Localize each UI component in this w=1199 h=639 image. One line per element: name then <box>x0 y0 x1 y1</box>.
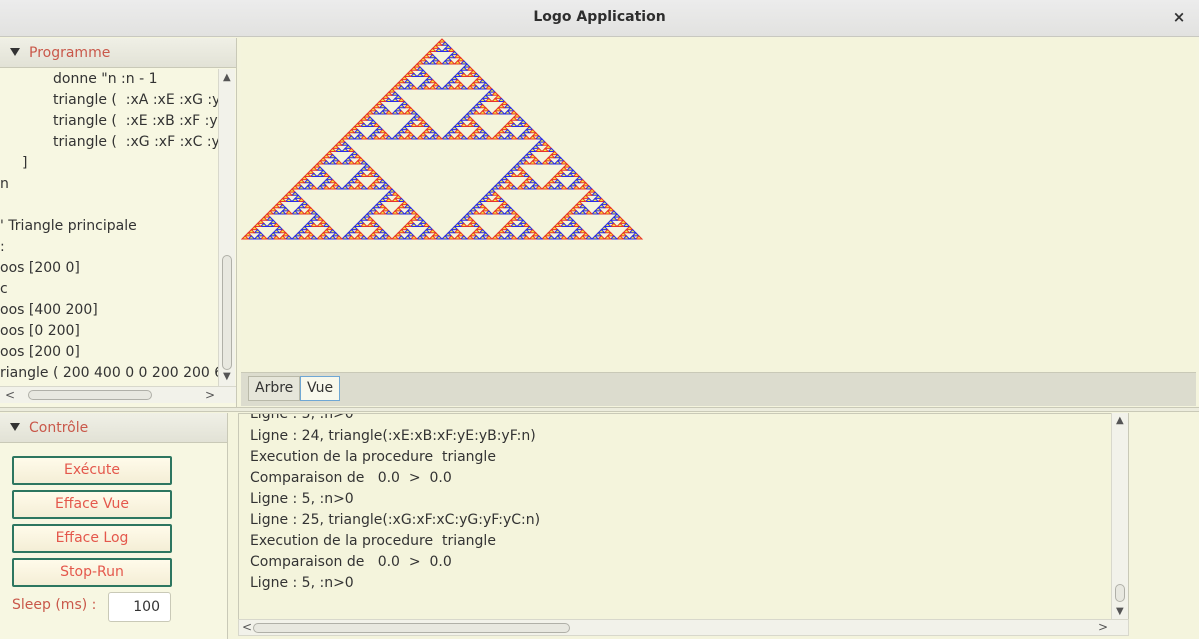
code-line: ] <box>22 155 28 171</box>
code-line: triangle ( :xA :xE :xG :yA <box>53 92 219 108</box>
scroll-thumb[interactable] <box>222 255 232 370</box>
code-line: oos [0 200] <box>0 323 80 339</box>
code-line: oos [400 200] <box>0 302 98 318</box>
scroll-thumb[interactable] <box>253 623 570 633</box>
scroll-left-icon[interactable]: < <box>5 388 15 402</box>
scroll-down-icon[interactable]: ▼ <box>223 371 231 382</box>
scroll-thumb[interactable] <box>28 390 152 400</box>
program-pane-header[interactable]: Programme <box>0 38 236 68</box>
log-line: Ligne : 5, :n>0 <box>250 575 354 591</box>
scroll-down-icon[interactable]: ▼ <box>1116 606 1124 617</box>
clear-log-button[interactable]: Efface Log <box>12 524 172 553</box>
code-line: triangle ( :xE :xB :xF :yE <box>53 113 219 129</box>
code-line: c <box>0 281 8 297</box>
code-line: ' Triangle principale <box>0 218 137 234</box>
log-line: Comparaison de 0.0 > 0.0 <box>250 554 452 570</box>
log-output[interactable]: Ligne : 5, :n>0 Ligne : 24, triangle(:xE… <box>238 413 1129 620</box>
log-line: Execution de la procedure triangle <box>250 449 496 465</box>
program-pane: Programme donne "n :n - 1 triangle ( :xA… <box>0 38 237 407</box>
code-line: oos [200 0] <box>0 260 80 276</box>
clear-view-button[interactable]: Efface Vue <box>12 490 172 519</box>
log-line: Execution de la procedure triangle <box>250 533 496 549</box>
scroll-right-icon[interactable]: > <box>205 388 215 402</box>
scroll-left-icon[interactable]: < <box>242 620 252 634</box>
code-line: oos [200 0] <box>0 344 80 360</box>
code-line: : <box>0 239 5 255</box>
log-line: Ligne : 5, :n>0 <box>250 491 354 507</box>
log-horizontal-scrollbar[interactable]: < > <box>238 619 1129 636</box>
code-line: triangle ( :xG :xF :xC :yG <box>53 134 219 150</box>
log-vertical-scrollbar[interactable]: ▲ ▼ <box>1111 413 1128 620</box>
sleep-label: Sleep (ms) : <box>12 597 97 613</box>
execute-button[interactable]: Exécute <box>12 456 172 485</box>
scroll-thumb[interactable] <box>1115 584 1125 602</box>
log-line: Ligne : 5, :n>0 <box>250 413 354 422</box>
tab-vue[interactable]: Vue <box>300 376 341 401</box>
sierpinski-drawing <box>241 38 644 240</box>
sleep-input[interactable]: 100 <box>108 592 171 622</box>
program-code-editor[interactable]: donne "n :n - 1 triangle ( :xA :xE :xG :… <box>0 69 219 386</box>
program-vertical-scrollbar[interactable]: ▲ ▼ <box>218 69 235 386</box>
tab-arbre[interactable]: Arbre <box>248 376 301 401</box>
program-horizontal-scrollbar[interactable]: < > <box>0 386 236 403</box>
horizontal-splitter[interactable] <box>0 407 1199 412</box>
logo-application-window: Logo Application × Programme donne "n :n… <box>0 0 1199 639</box>
close-icon[interactable]: × <box>1169 7 1189 27</box>
collapse-triangle-icon[interactable] <box>10 48 20 56</box>
title-bar: Logo Application × <box>0 0 1199 37</box>
log-line: Ligne : 25, triangle(:xG:xF:xC:yG:yF:yC:… <box>250 512 541 528</box>
collapse-triangle-icon[interactable] <box>10 423 20 431</box>
fractal-triangle <box>437 38 447 43</box>
scroll-right-icon[interactable]: > <box>1098 620 1108 634</box>
code-line: riangle ( 200 400 0 0 200 200 6) <box>0 365 219 381</box>
control-pane-title: Contrôle <box>29 420 89 436</box>
scroll-up-icon[interactable]: ▲ <box>1116 415 1124 426</box>
program-pane-title: Programme <box>29 45 111 61</box>
code-line: n <box>0 176 9 192</box>
code-line: donne "n :n - 1 <box>53 71 158 87</box>
control-pane-header[interactable]: Contrôle <box>0 413 227 443</box>
log-line: Comparaison de 0.0 > 0.0 <box>250 470 452 486</box>
stop-run-button[interactable]: Stop-Run <box>12 558 172 587</box>
control-pane: Contrôle Exécute Efface Vue Efface Log S… <box>0 413 228 639</box>
scroll-up-icon[interactable]: ▲ <box>223 72 231 83</box>
window-title: Logo Application <box>533 9 666 25</box>
view-tab-bar: Arbre Vue <box>241 372 1196 406</box>
log-line: Ligne : 24, triangle(:xE:xB:xF:yE:yB:yF:… <box>250 428 536 444</box>
drawing-canvas[interactable] <box>241 38 1196 372</box>
